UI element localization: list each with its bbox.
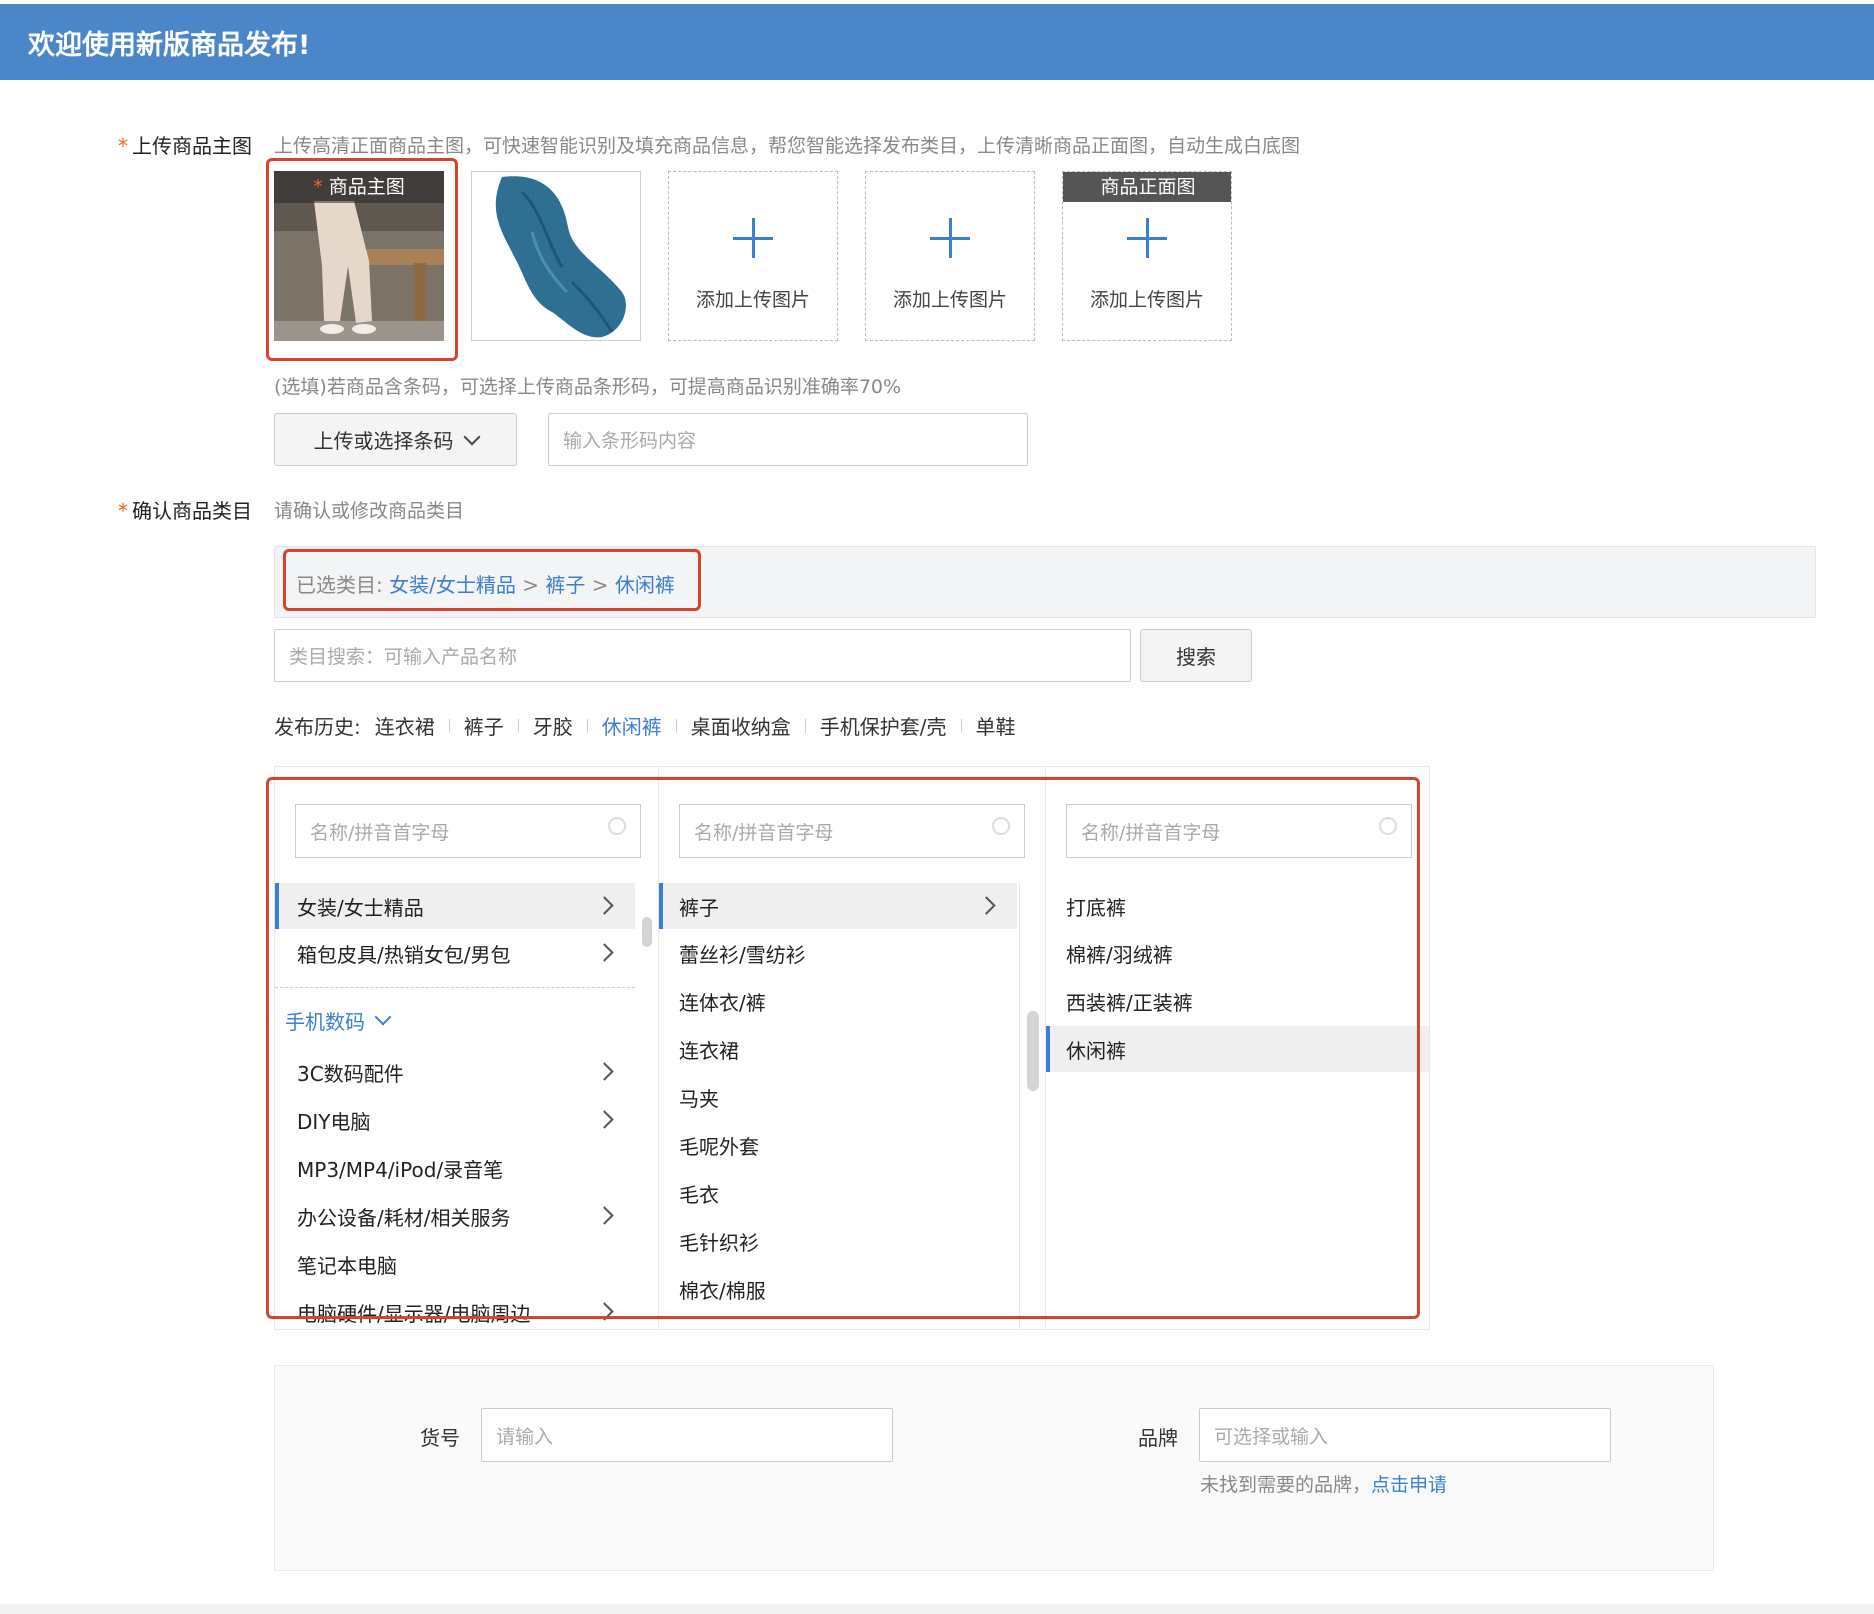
category-picker-highlight <box>266 777 1420 1319</box>
brand-input[interactable]: 可选择或输入 <box>1199 1408 1611 1462</box>
barcode-hint: (选填)若商品含条码，可选择上传商品条形码，可提高商品识别准确率70% <box>274 376 902 398</box>
add-image-slot-2[interactable]: 添加上传图片 <box>865 171 1035 341</box>
brand-apply-link[interactable]: 点击申请 <box>1371 1474 1447 1496</box>
add-image-label: 添加上传图片 <box>1089 289 1204 311</box>
brand-label: 品牌 <box>1138 1426 1178 1450</box>
sku-label: 货号 <box>420 1426 460 1450</box>
history-item[interactable]: 牙胶 <box>533 711 573 740</box>
upload-main-image-label: * 上传商品主图 <box>118 134 252 158</box>
confirm-category-label: * 确认商品类目 <box>118 499 252 523</box>
barcode-select-button[interactable]: 上传或选择条码 <box>274 413 517 466</box>
history-separator <box>586 718 588 733</box>
front-image-tag: 商品正面图 <box>1063 172 1231 202</box>
barcode-input[interactable]: 输入条形码内容 <box>548 413 1028 466</box>
publish-history: 发布历史: 连衣裙 裤子 牙胶 休闲裤 桌面收纳盒 手机保护套/壳 单鞋 <box>274 711 1016 740</box>
plus-icon <box>733 218 773 258</box>
brand-note: 未找到需要的品牌，点击申请 <box>1200 1474 1448 1496</box>
history-label: 发布历史: <box>274 715 361 739</box>
upload-hint: 上传高清正面商品主图，可快速智能识别及填充商品信息，帮您智能选择发布类目，上传清… <box>274 135 1301 157</box>
main-image-highlight <box>266 158 458 361</box>
page-bottom-edge <box>0 1604 1874 1614</box>
add-image-slot-1[interactable]: 添加上传图片 <box>668 171 838 341</box>
welcome-banner: 欢迎使用新版商品发布! <box>0 4 1874 80</box>
add-image-label: 添加上传图片 <box>695 289 810 311</box>
selected-category-highlight <box>283 549 701 611</box>
history-separator <box>675 718 677 733</box>
add-image-label: 添加上传图片 <box>892 289 1007 311</box>
history-separator <box>448 718 450 733</box>
history-item[interactable]: 桌面收纳盒 <box>691 711 791 740</box>
history-separator <box>517 718 519 733</box>
product-attributes-panel <box>274 1365 1714 1571</box>
history-item[interactable]: 手机保护套/壳 <box>820 711 947 740</box>
second-image-thumbnail[interactable] <box>471 171 641 341</box>
history-separator <box>804 718 806 733</box>
front-image-slot[interactable]: 商品正面图 添加上传图片 <box>1062 171 1232 341</box>
required-star: * <box>118 499 128 523</box>
sku-input[interactable]: 请输入 <box>481 1408 893 1462</box>
banner-title: 欢迎使用新版商品发布! <box>28 29 311 61</box>
history-item-active[interactable]: 休闲裤 <box>602 711 662 740</box>
history-item[interactable]: 单鞋 <box>976 711 1016 740</box>
history-item[interactable]: 连衣裙 <box>375 711 435 740</box>
category-search-input[interactable]: 类目搜索：可输入产品名称 <box>274 629 1131 682</box>
history-item[interactable]: 裤子 <box>464 711 504 740</box>
plus-icon <box>930 218 970 258</box>
required-star: * <box>118 134 128 158</box>
plus-icon <box>1127 218 1167 258</box>
chevron-down-icon <box>463 428 480 445</box>
confirm-category-hint: 请确认或修改商品类目 <box>274 500 465 522</box>
history-separator <box>960 718 962 733</box>
category-search-button[interactable]: 搜索 <box>1140 629 1252 682</box>
fabric-photo <box>495 176 626 338</box>
